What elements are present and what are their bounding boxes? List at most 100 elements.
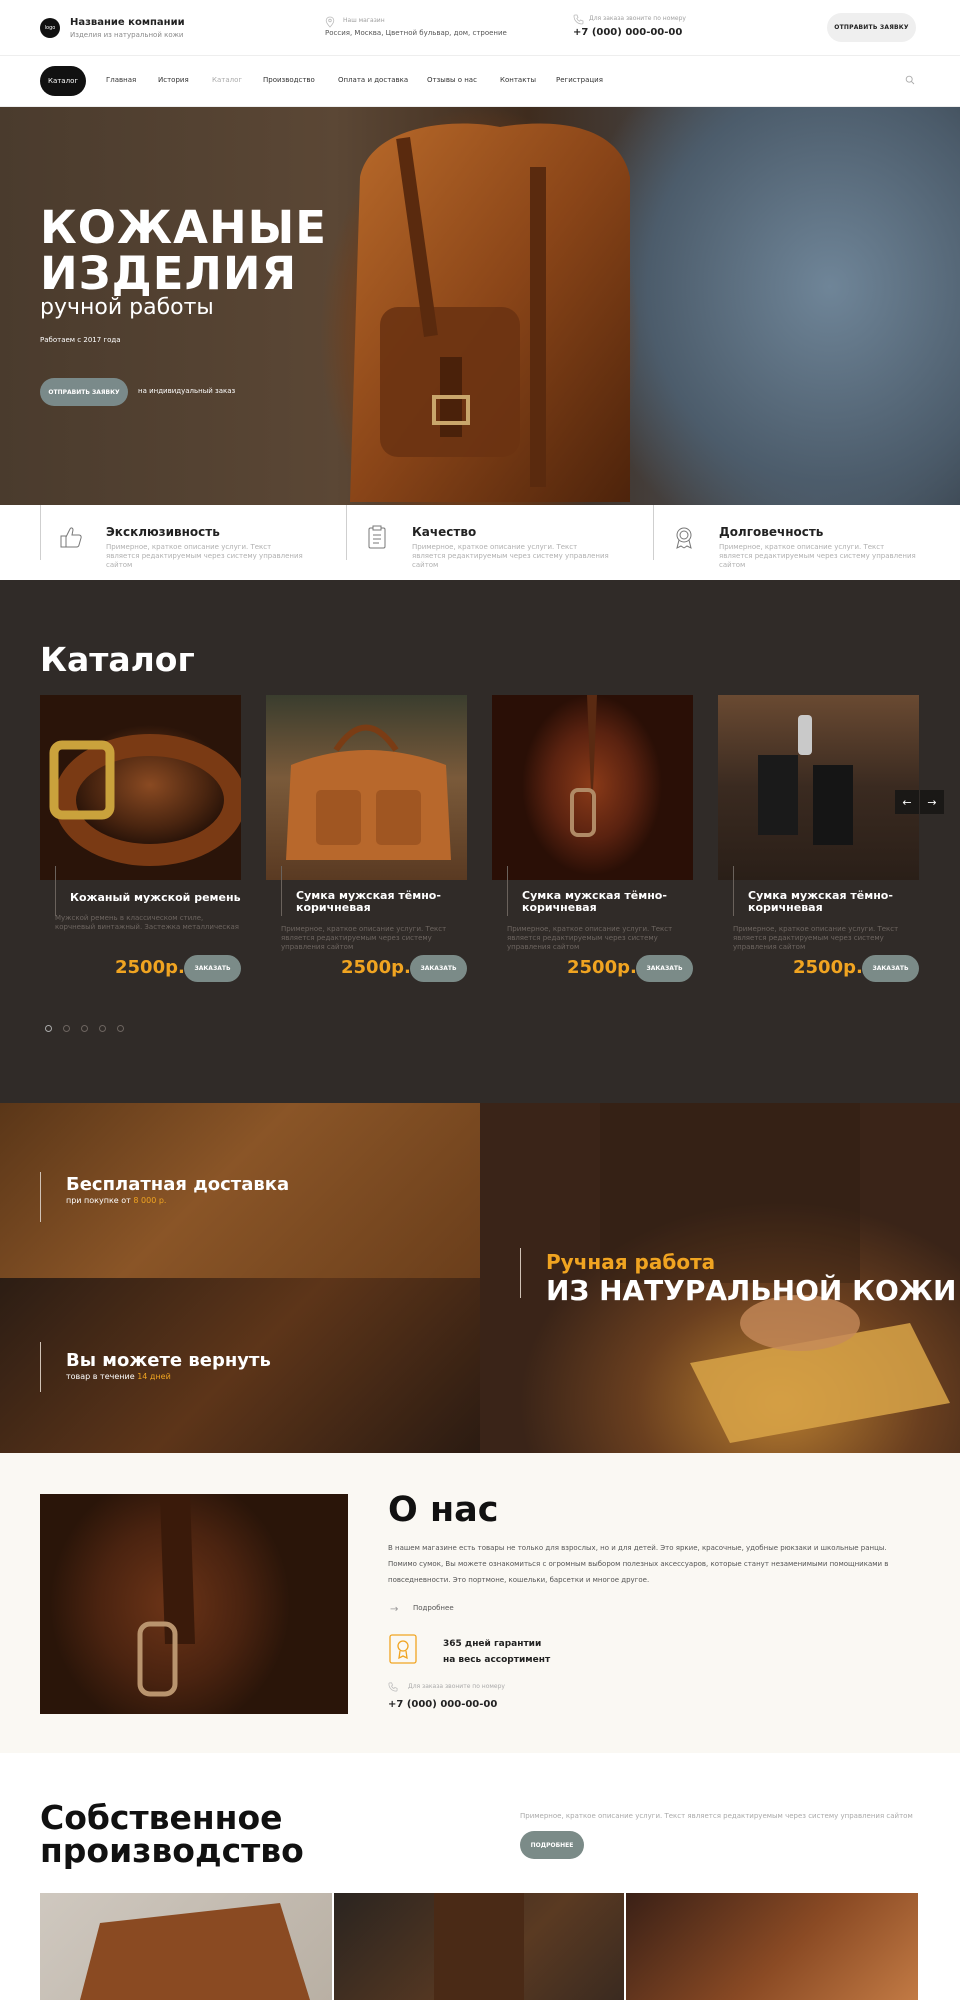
product-price: 2500р. xyxy=(793,957,863,978)
more-link[interactable]: Подробнее xyxy=(413,1604,454,1612)
promo-divider xyxy=(40,1172,41,1222)
send-request-button[interactable]: ОТПРАВИТЬ ЗАЯВКУ xyxy=(827,13,916,42)
features-strip: Эксклюзивность Примерное, краткое описан… xyxy=(0,505,960,580)
feature-title: Долговечность xyxy=(719,525,824,539)
production-title-line-2: производство xyxy=(40,1831,304,1870)
address-label: Наш магазин xyxy=(343,17,385,24)
feature-title: Качество xyxy=(412,525,477,539)
about-phone[interactable]: +7 (000) 000-00-00 xyxy=(388,1699,497,1710)
feature-text: Примерное, краткое описание услуги. Текс… xyxy=(106,543,303,569)
header-phone[interactable]: +7 (000) 000-00-00 xyxy=(573,27,682,38)
order-button[interactable]: ЗАКАЗАТЬ xyxy=(636,955,693,982)
carousel-dot[interactable] xyxy=(63,1025,70,1032)
delivery-sub-prefix: при покупке от xyxy=(66,1196,134,1205)
arrow-right-icon[interactable]: → xyxy=(390,1604,398,1615)
carousel-prev-button[interactable]: ← xyxy=(895,790,919,814)
feature-divider xyxy=(653,505,654,560)
thumbs-up-icon xyxy=(60,527,82,548)
feature-divider xyxy=(346,505,347,560)
delivery-subtitle: при покупке от 8 000 р. xyxy=(66,1196,166,1205)
boots-illustration xyxy=(758,715,853,845)
feature-exclusivity: Эксклюзивность Примерное, краткое описан… xyxy=(40,505,347,580)
feature-durability: Долговечность Примерное, краткое описани… xyxy=(653,505,960,580)
belt-illustration xyxy=(49,734,241,866)
nav-item-production[interactable]: Производство xyxy=(263,76,315,84)
return-sub-prefix: товар в течение xyxy=(66,1372,138,1381)
leather-closeup-illustration xyxy=(570,695,597,837)
carousel-dot[interactable] xyxy=(81,1025,88,1032)
production-image-leather xyxy=(626,1893,918,2000)
nav-item-contacts[interactable]: Контакты xyxy=(500,76,536,84)
feature-quality: Качество Примерное, краткое описание усл… xyxy=(346,505,653,580)
product-image-bag-closeup[interactable] xyxy=(492,695,693,880)
company-logo[interactable]: logo xyxy=(40,18,60,38)
order-button[interactable]: ЗАКАЗАТЬ xyxy=(184,955,241,982)
hero-request-button[interactable]: ОТПРАВИТЬ ЗАЯВКУ xyxy=(40,378,128,406)
craftsman-illustration xyxy=(434,1893,524,2000)
nav-item-home[interactable]: Главная xyxy=(106,76,136,84)
carousel-next-button[interactable]: → xyxy=(920,790,944,814)
phone-icon xyxy=(573,14,584,25)
phone-icon xyxy=(388,1682,398,1692)
nav-item-history[interactable]: История xyxy=(158,76,189,84)
promo-divider xyxy=(520,1248,521,1298)
carousel-dot[interactable] xyxy=(45,1025,52,1032)
product-price: 2500р. xyxy=(115,957,185,978)
order-button[interactable]: ЗАКАЗАТЬ xyxy=(410,955,467,982)
backpack-image xyxy=(350,123,630,502)
wallet-illustration xyxy=(80,1903,310,2000)
production-image-wallet xyxy=(40,1893,332,2000)
product-description: Примерное, краткое описание услуги. Текс… xyxy=(507,925,673,951)
warranty-line-1: 365 дней гарантии xyxy=(443,1639,542,1649)
warranty-text: 365 дней гарантии на весь ассортимент xyxy=(443,1636,550,1668)
product-price: 2500р. xyxy=(341,957,411,978)
about-phone-label: Для заказа звоните по номеру xyxy=(408,1683,505,1690)
product-name[interactable]: Сумка мужская тёмно-коричневая xyxy=(748,890,923,914)
hero-title-line-1: КОЖАНЫЕ xyxy=(40,201,327,254)
map-pin-icon xyxy=(325,16,335,28)
nav-item-payment-delivery[interactable]: Оплата и доставка xyxy=(338,76,408,84)
delivery-sub-value: 8 000 р. xyxy=(133,1196,167,1205)
nav-item-catalog[interactable]: Каталог xyxy=(212,76,242,84)
feature-text: Примерное, краткое описание услуги. Текс… xyxy=(412,543,609,569)
product-name[interactable]: Кожаный мужской ремень xyxy=(70,892,245,904)
order-button[interactable]: ЗАКАЗАТЬ xyxy=(862,955,919,982)
nav-item-reviews[interactable]: Отзывы о нас xyxy=(427,76,477,84)
carousel-dot[interactable] xyxy=(117,1025,124,1032)
hero-subtitle: ручной работы xyxy=(40,295,214,320)
nav-catalog-button[interactable]: Каталог xyxy=(40,66,86,96)
catalog-title: Каталог xyxy=(40,640,195,679)
company-name: Название компании xyxy=(70,17,185,28)
hero-since: Работаем с 2017 года xyxy=(40,336,121,344)
return-subtitle: товар в течение 14 дней xyxy=(66,1372,171,1381)
handmade-label: Ручная работа xyxy=(546,1250,716,1274)
search-icon[interactable] xyxy=(905,75,915,85)
bag-illustration xyxy=(286,724,451,860)
product-name[interactable]: Сумка мужская тёмно-коричневая xyxy=(522,890,697,914)
product-image-belt[interactable] xyxy=(40,695,241,880)
about-image xyxy=(40,1494,348,1714)
card-divider xyxy=(55,866,56,916)
product-price: 2500р. xyxy=(567,957,637,978)
product-image-bag[interactable] xyxy=(266,695,467,880)
production-more-button[interactable]: ПОДРОБНЕЕ xyxy=(520,1831,584,1859)
hero-title-line-2: ИЗДЕЛИЯ xyxy=(40,247,298,300)
phone-label: Для заказа звоните по номеру xyxy=(589,15,686,22)
carousel-dot[interactable] xyxy=(99,1025,106,1032)
production-image-craftsman xyxy=(334,1893,624,2000)
product-image-boots[interactable] xyxy=(718,695,919,880)
product-name[interactable]: Сумка мужская тёмно-коричневая xyxy=(296,890,471,914)
return-sub-value: 14 дней xyxy=(137,1372,171,1381)
hero-title: КОЖАНЫЕ ИЗДЕЛИЯ xyxy=(40,205,327,297)
about-title: О нас xyxy=(388,1490,499,1530)
product-description: Примерное, краткое описание услуги. Текс… xyxy=(733,925,899,951)
certificate-icon xyxy=(389,1634,417,1664)
nav-item-registration[interactable]: Регистрация xyxy=(556,76,603,84)
clipboard-icon xyxy=(368,525,386,549)
main-nav xyxy=(0,55,960,107)
product-description: Примерное, краткое описание услуги. Текс… xyxy=(281,925,447,951)
about-text: В нашем магазине есть товары не только д… xyxy=(388,1544,889,1584)
product-description: Мужской ремень в классическом стиле, кор… xyxy=(55,914,239,931)
hero-note: на индивидуальный заказ xyxy=(138,387,236,395)
production-text: Примерное, краткое описание услуги. Текс… xyxy=(520,1812,913,1820)
